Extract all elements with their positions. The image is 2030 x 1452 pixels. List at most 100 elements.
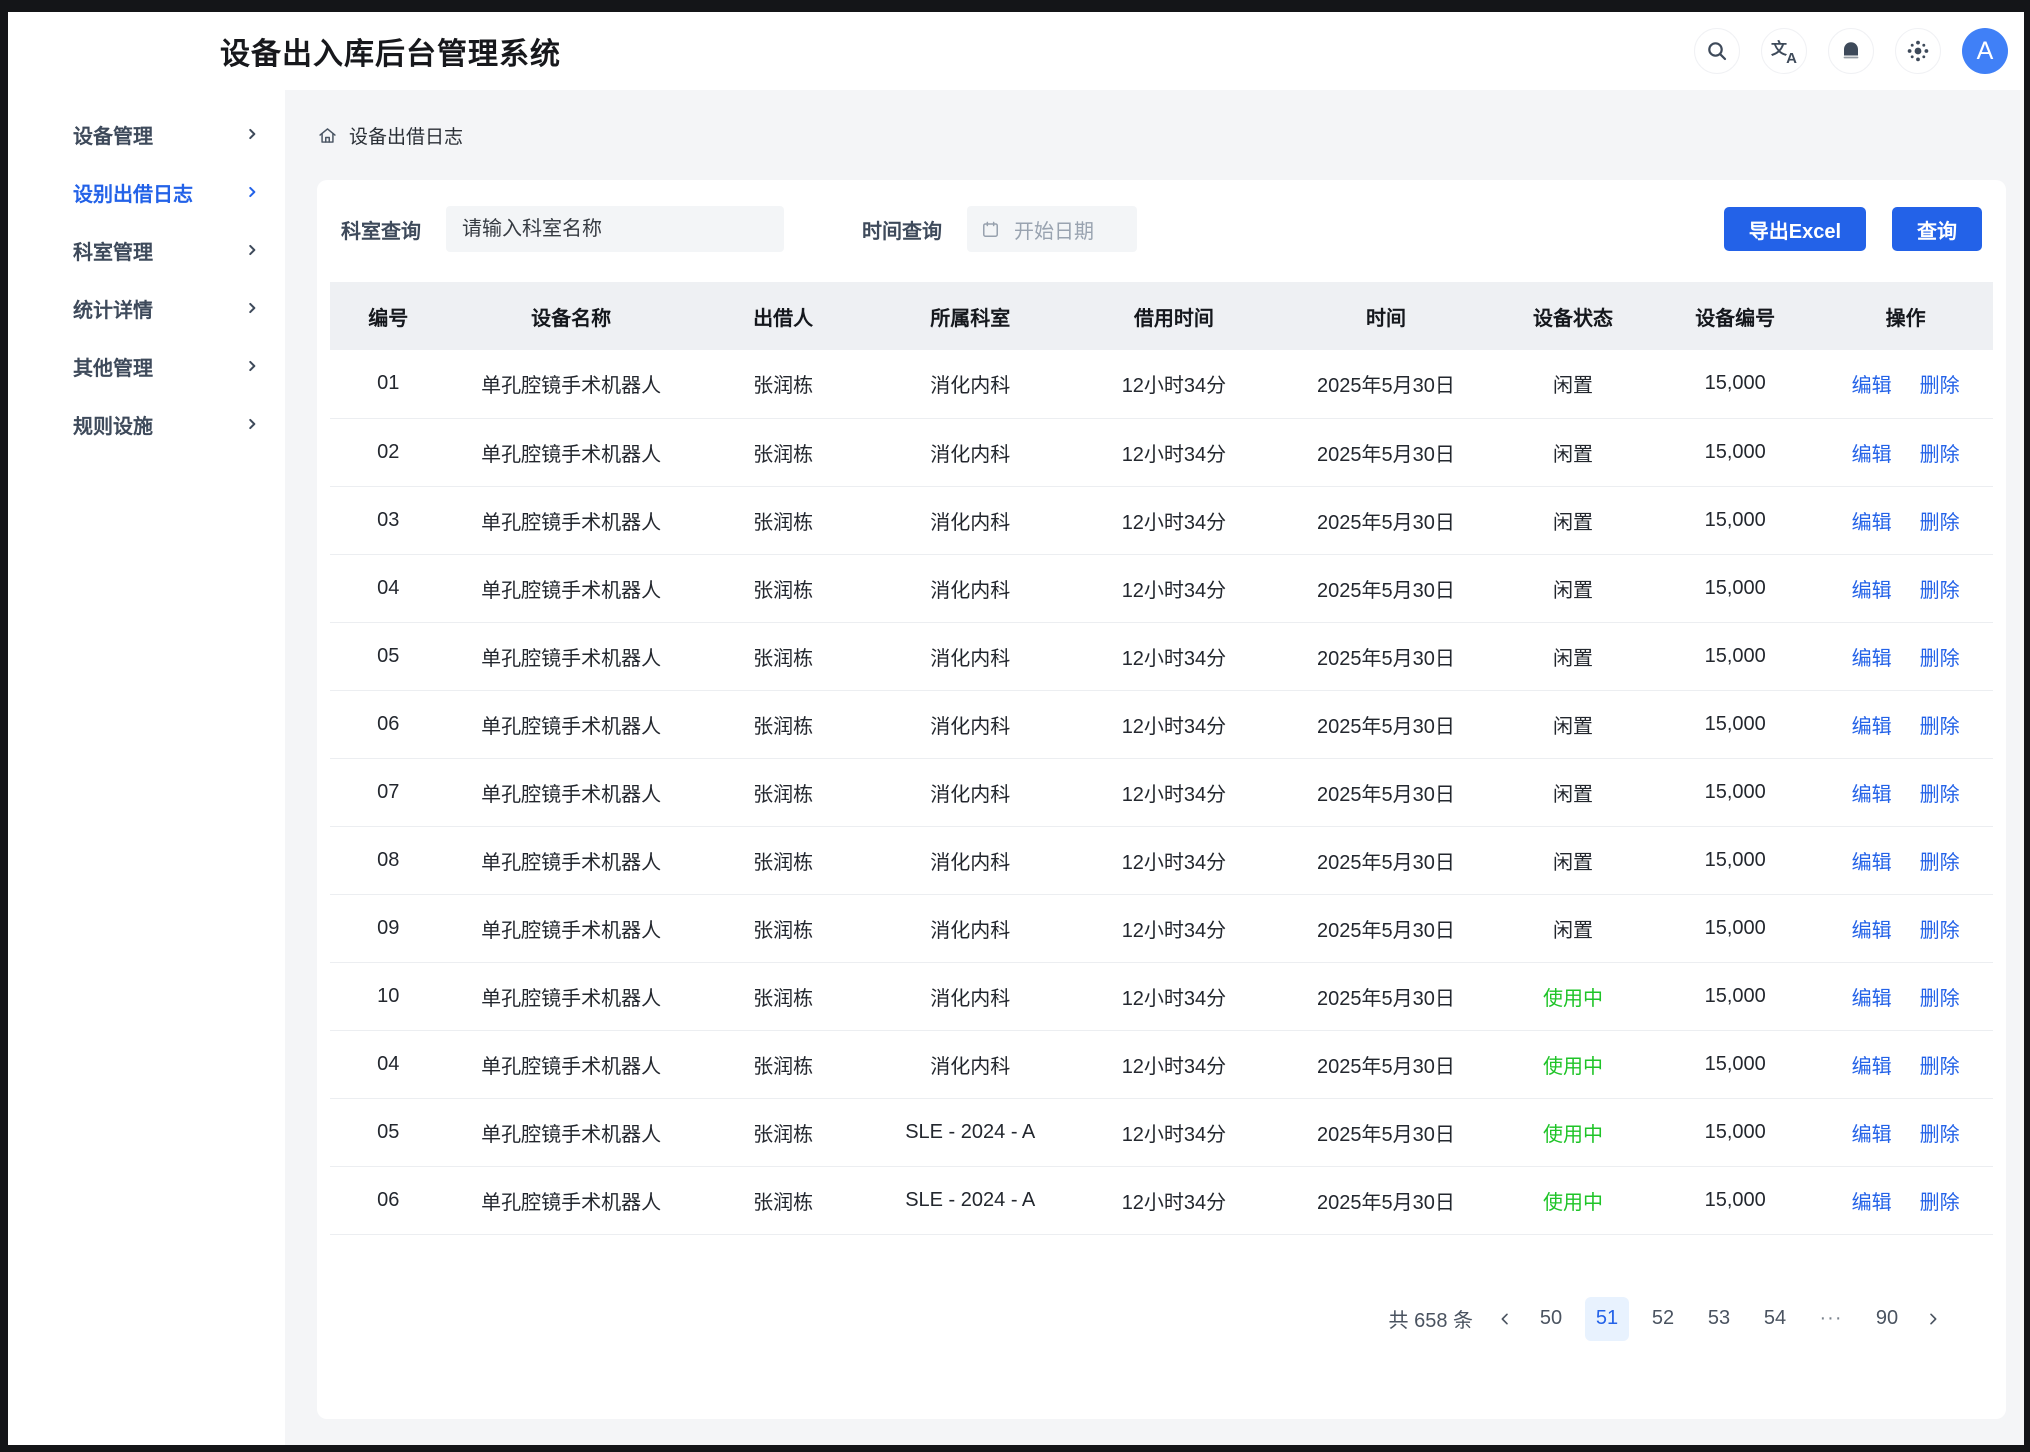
- table-body: 01单孔腔镜手术机器人张润栋消化内科12小时34分2025年5月30日闲置15,…: [330, 350, 1993, 1234]
- cell-device-code: 15,000: [1652, 1098, 1818, 1166]
- cell-department: 消化内科: [870, 894, 1070, 962]
- delete-link[interactable]: 删除: [1920, 784, 1960, 806]
- delete-link[interactable]: 删除: [1920, 580, 1960, 602]
- notification-button[interactable]: [1828, 28, 1874, 74]
- page-button[interactable]: 53: [1697, 1297, 1741, 1341]
- edit-link[interactable]: 编辑: [1852, 716, 1892, 738]
- export-excel-button[interactable]: 导出Excel: [1724, 207, 1866, 251]
- cell-status: 闲置: [1494, 350, 1652, 418]
- edit-link[interactable]: 编辑: [1852, 988, 1892, 1010]
- cell-duration: 12小时34分: [1070, 622, 1278, 690]
- sidebar-item[interactable]: 其他管理: [8, 342, 285, 390]
- cell-device-code: 15,000: [1652, 1030, 1818, 1098]
- page-button[interactable]: 90: [1865, 1297, 1909, 1341]
- delete-link[interactable]: 删除: [1920, 375, 1960, 397]
- sidebar-item-label: 科室管理: [73, 236, 245, 265]
- delete-link[interactable]: 删除: [1920, 716, 1960, 738]
- cell-lender: 张润栋: [696, 894, 871, 962]
- start-date-picker[interactable]: 开始日期: [967, 206, 1137, 252]
- column-header: 出借人: [696, 282, 871, 350]
- cell-no: 01: [330, 350, 446, 418]
- cell-device-code: 15,000: [1652, 554, 1818, 622]
- edit-link[interactable]: 编辑: [1852, 648, 1892, 670]
- translate-button[interactable]: 文A: [1761, 28, 1807, 74]
- table-row: 10单孔腔镜手术机器人张润栋消化内科12小时34分2025年5月30日使用中15…: [330, 962, 1993, 1030]
- breadcrumb[interactable]: 设备出借日志: [317, 90, 2024, 180]
- bell-icon: [1839, 39, 1863, 63]
- delete-link[interactable]: 删除: [1920, 512, 1960, 534]
- status-text: 闲置: [1553, 375, 1593, 397]
- delete-link[interactable]: 删除: [1920, 920, 1960, 942]
- edit-link[interactable]: 编辑: [1852, 580, 1892, 602]
- query-button[interactable]: 查询: [1892, 207, 1982, 251]
- cell-device-code: 15,000: [1652, 962, 1818, 1030]
- page-button[interactable]: 50: [1529, 1297, 1573, 1341]
- edit-link[interactable]: 编辑: [1852, 375, 1892, 397]
- edit-link[interactable]: 编辑: [1852, 784, 1892, 806]
- sidebar-item[interactable]: 规则设施: [8, 400, 285, 448]
- sidebar-item[interactable]: 统计详情: [8, 284, 285, 332]
- status-text: 使用中: [1543, 1192, 1603, 1214]
- search-button[interactable]: [1694, 28, 1740, 74]
- cell-date: 2025年5月30日: [1278, 1166, 1494, 1234]
- delete-link[interactable]: 删除: [1920, 1192, 1960, 1214]
- edit-link[interactable]: 编辑: [1852, 1124, 1892, 1146]
- translate-icon: 文A: [1771, 38, 1797, 64]
- sidebar-item[interactable]: 科室管理: [8, 226, 285, 274]
- delete-link[interactable]: 删除: [1920, 648, 1960, 670]
- edit-link[interactable]: 编辑: [1852, 920, 1892, 942]
- theme-button[interactable]: [1895, 28, 1941, 74]
- delete-link[interactable]: 删除: [1920, 444, 1960, 466]
- cell-device-name: 单孔腔镜手术机器人: [446, 826, 695, 894]
- delete-link[interactable]: 删除: [1920, 852, 1960, 874]
- cell-device-name: 单孔腔镜手术机器人: [446, 350, 695, 418]
- avatar[interactable]: A: [1962, 28, 2008, 74]
- dept-search-input[interactable]: [446, 206, 784, 252]
- cell-lender: 张润栋: [696, 962, 871, 1030]
- status-text: 闲置: [1553, 512, 1593, 534]
- sidebar-item-label: 设备管理: [73, 120, 245, 149]
- chevron-right-icon: [245, 359, 259, 373]
- prev-page-button[interactable]: [1487, 1297, 1523, 1341]
- cell-no: 02: [330, 418, 446, 486]
- next-page-button[interactable]: [1915, 1297, 1951, 1341]
- cell-device-code: 15,000: [1652, 622, 1818, 690]
- delete-link[interactable]: 删除: [1920, 1056, 1960, 1078]
- cell-status: 闲置: [1494, 758, 1652, 826]
- cell-actions: 编辑 删除: [1818, 962, 1993, 1030]
- cell-status: 使用中: [1494, 1098, 1652, 1166]
- table-row: 02单孔腔镜手术机器人张润栋消化内科12小时34分2025年5月30日闲置15,…: [330, 418, 1993, 486]
- cell-department: 消化内科: [870, 486, 1070, 554]
- log-table: 编号设备名称出借人所属科室借用时间时间设备状态设备编号操作 01单孔腔镜手术机器…: [330, 282, 1993, 1235]
- sidebar-item[interactable]: 设备管理: [8, 110, 285, 158]
- delete-link[interactable]: 删除: [1920, 988, 1960, 1010]
- page-button[interactable]: 51: [1585, 1297, 1629, 1341]
- delete-link[interactable]: 删除: [1920, 1124, 1960, 1146]
- cell-actions: 编辑 删除: [1818, 622, 1993, 690]
- edit-link[interactable]: 编辑: [1852, 1056, 1892, 1078]
- table-row: 05单孔腔镜手术机器人张润栋消化内科12小时34分2025年5月30日闲置15,…: [330, 622, 1993, 690]
- edit-link[interactable]: 编辑: [1852, 1192, 1892, 1214]
- cell-duration: 12小时34分: [1070, 1030, 1278, 1098]
- cell-device-code: 15,000: [1652, 826, 1818, 894]
- column-header: 借用时间: [1070, 282, 1278, 350]
- theme-icon: [1906, 39, 1930, 63]
- edit-link[interactable]: 编辑: [1852, 512, 1892, 534]
- cell-actions: 编辑 删除: [1818, 418, 1993, 486]
- cell-date: 2025年5月30日: [1278, 1098, 1494, 1166]
- edit-link[interactable]: 编辑: [1852, 444, 1892, 466]
- cell-no: 10: [330, 962, 446, 1030]
- edit-link[interactable]: 编辑: [1852, 852, 1892, 874]
- page-title: 设备出入库后台管理系统: [220, 29, 561, 73]
- cell-department: SLE - 2024 - A: [870, 1166, 1070, 1234]
- cell-duration: 12小时34分: [1070, 962, 1278, 1030]
- cell-date: 2025年5月30日: [1278, 894, 1494, 962]
- page-button[interactable]: 52: [1641, 1297, 1685, 1341]
- page-button[interactable]: 54: [1753, 1297, 1797, 1341]
- status-text: 闲置: [1553, 716, 1593, 738]
- cell-device-name: 单孔腔镜手术机器人: [446, 758, 695, 826]
- cell-date: 2025年5月30日: [1278, 622, 1494, 690]
- sidebar-item[interactable]: 设别出借日志: [8, 168, 285, 216]
- cell-department: 消化内科: [870, 690, 1070, 758]
- cell-duration: 12小时34分: [1070, 418, 1278, 486]
